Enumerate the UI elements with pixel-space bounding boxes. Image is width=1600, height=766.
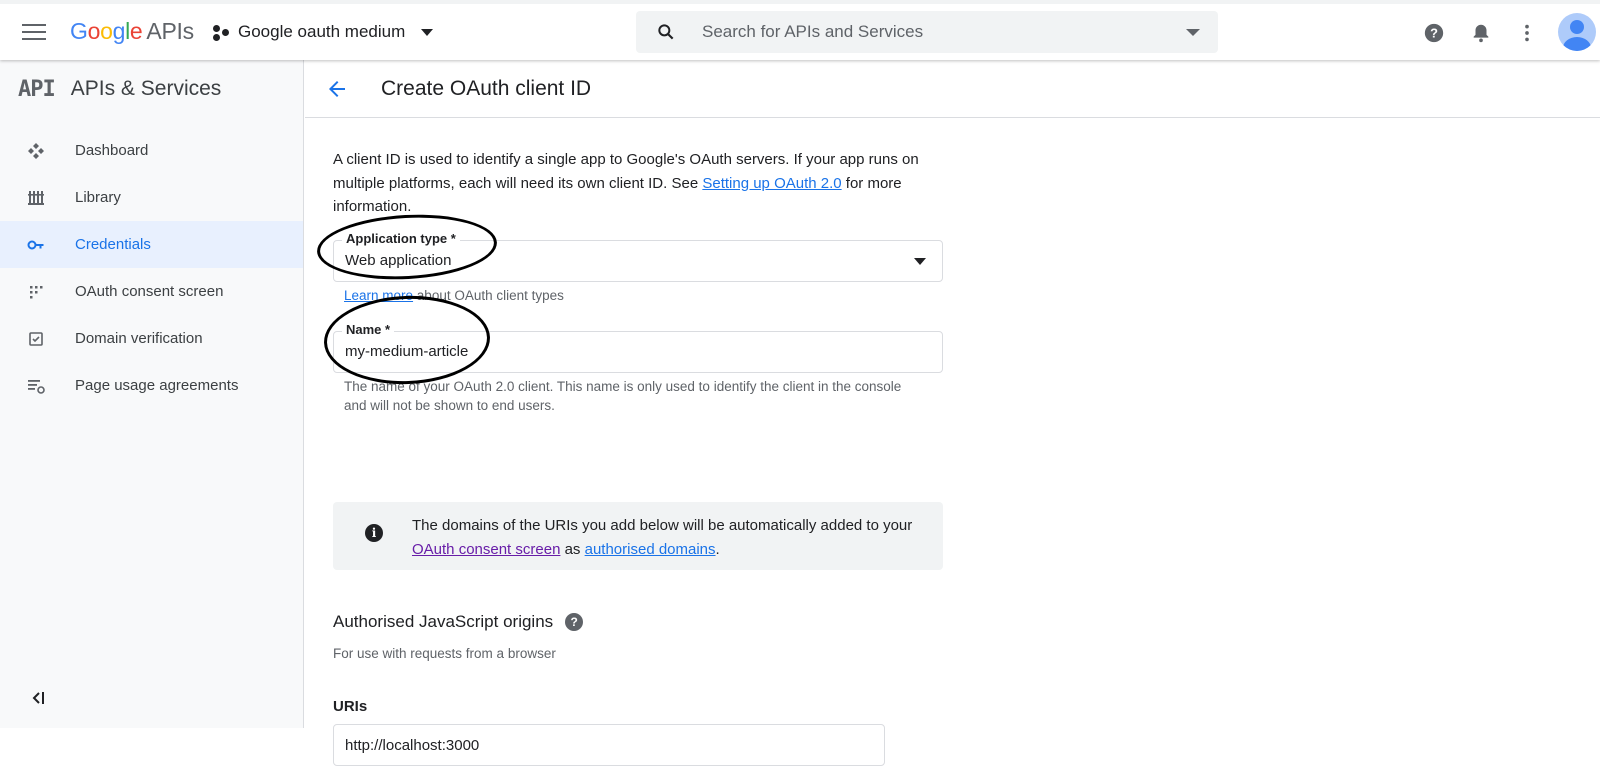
sidebar-item-dashboard[interactable]: Dashboard (0, 127, 303, 174)
sidebar-title: APIs & Services (70, 77, 222, 100)
application-type-value: Web application (345, 252, 452, 269)
application-type-select[interactable]: Application type * Web application (333, 231, 943, 282)
account-avatar[interactable] (1558, 13, 1596, 51)
sidebar-item-domain-verification[interactable]: Domain verification (0, 315, 303, 362)
project-name: Google oauth medium (238, 22, 406, 41)
search-icon (658, 24, 674, 40)
authorised-domains-link[interactable]: authorised domains (585, 541, 716, 558)
page-title: Create OAuth client ID (381, 77, 592, 100)
js-origins-title: Authorised JavaScript origins? (333, 612, 584, 632)
name-hint: The name of your OAuth 2.0 client. This … (344, 379, 902, 413)
oauth-consent-screen-link[interactable]: OAuth consent screen (412, 541, 560, 558)
search-input[interactable] (702, 11, 1162, 53)
uri-input[interactable] (345, 725, 865, 765)
collapse-sidebar-icon[interactable] (28, 688, 48, 708)
uris-label: URIs (333, 698, 368, 715)
svg-text:?: ? (1430, 26, 1438, 41)
help-icon[interactable]: ? (565, 613, 584, 631)
dashboard-icon (28, 143, 44, 159)
google-apis-logo[interactable]: Google APIs (70, 18, 194, 45)
name-value: my-medium-article (345, 343, 469, 360)
sidebar-item-page-usage-agreements[interactable]: Page usage agreements (0, 362, 303, 409)
settings-list-icon (28, 380, 45, 394)
sidebar: API APIs & Services Dashboard Library Cr… (0, 60, 304, 728)
info-icon: i (365, 524, 383, 542)
info-banner: i The domains of the URIs you add below … (333, 502, 943, 570)
project-icon (212, 23, 230, 41)
learn-more-link[interactable]: Learn more (344, 288, 413, 303)
uri-field[interactable] (333, 724, 885, 766)
top-app-bar: GoogleAPIs Google oauth medium ? (0, 0, 1600, 60)
sidebar-item-library[interactable]: Library (0, 174, 303, 221)
sidebar-item-credentials[interactable]: Credentials (0, 221, 303, 268)
form-content: A client ID is used to identify a single… (315, 148, 943, 766)
sidebar-header: API APIs & Services (0, 60, 303, 118)
search-bar[interactable] (636, 11, 1218, 53)
chevron-down-icon (914, 258, 926, 265)
help-icon[interactable]: ? (1423, 22, 1445, 44)
project-selector[interactable]: Google oauth medium (212, 22, 434, 42)
info-text: The domains of the URIs you add below wi… (412, 517, 913, 558)
library-icon (28, 191, 44, 205)
consent-icon (30, 286, 43, 299)
back-arrow-icon[interactable] (325, 77, 349, 101)
application-type-hint: Learn more about OAuth client types (344, 288, 564, 303)
main-content: Create OAuth client ID A client ID is us… (305, 60, 1600, 766)
more-vert-icon[interactable] (1516, 22, 1538, 44)
notifications-icon[interactable] (1470, 22, 1492, 44)
sidebar-item-oauth-consent-screen[interactable]: OAuth consent screen (0, 268, 303, 315)
key-icon (27, 240, 44, 250)
api-icon: API (18, 76, 56, 102)
page-header: Create OAuth client ID (305, 60, 1600, 118)
search-dropdown-icon[interactable] (1186, 29, 1200, 36)
chevron-down-icon (421, 28, 434, 36)
setting-up-oauth-link[interactable]: Setting up OAuth 2.0 (702, 175, 841, 192)
intro-text: A client ID is used to identify a single… (333, 151, 919, 215)
application-type-label: Application type * (342, 231, 460, 246)
name-label: Name * (342, 322, 395, 337)
js-origins-subtitle: For use with requests from a browser (333, 646, 556, 661)
name-field[interactable]: Name * my-medium-article (333, 322, 943, 373)
menu-icon[interactable] (22, 18, 50, 46)
checkbox-icon (29, 332, 43, 346)
